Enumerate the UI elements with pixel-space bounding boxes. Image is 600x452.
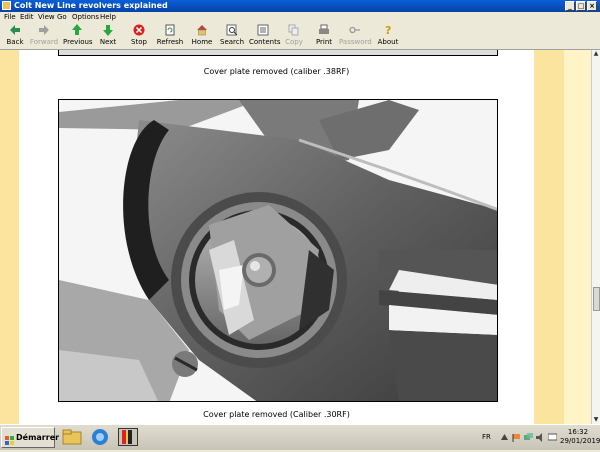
- network-icon[interactable]: [524, 433, 533, 442]
- password-button[interactable]: Password: [339, 24, 372, 49]
- language-indicator[interactable]: FR: [482, 433, 491, 441]
- stop-label: Stop: [131, 38, 147, 46]
- search-label: Search: [220, 38, 245, 46]
- start-button[interactable]: Démarrer: [1, 427, 59, 448]
- clock-time: 16:32: [567, 428, 589, 436]
- taskbar: Démarrer FR 16:32 29/01/2019: [0, 424, 600, 450]
- copy-button[interactable]: Copy: [283, 24, 305, 49]
- back-arrow-icon: [9, 24, 21, 36]
- forward-label: Forward: [29, 38, 59, 46]
- close-button[interactable]: ×: [587, 1, 597, 11]
- contents-label: Contents: [249, 38, 281, 46]
- toolbar: Back Forward Previous Next Stop Refresh: [0, 23, 600, 50]
- system-tray: FR 16:32 29/01/2019: [478, 427, 600, 448]
- forward-arrow-icon: [38, 24, 50, 36]
- print-button[interactable]: Print: [313, 24, 335, 49]
- scroll-thumb[interactable]: [593, 287, 600, 311]
- previous-label: Previous: [63, 38, 93, 46]
- menu-edit[interactable]: Edit: [20, 12, 34, 23]
- copy-label: Copy: [285, 38, 303, 46]
- right-margin-light: [564, 50, 591, 424]
- title-bar: Colt New Line revolvers explained _ □ ×: [0, 0, 600, 12]
- home-icon: [196, 24, 208, 36]
- password-label: Password: [339, 38, 372, 46]
- stop-button[interactable]: Stop: [127, 24, 151, 49]
- flag-notification-icon[interactable]: [512, 433, 521, 442]
- print-icon: [318, 24, 330, 36]
- tray-up-arrow-icon[interactable]: [500, 433, 509, 442]
- copy-icon: [288, 24, 300, 36]
- home-label: Home: [191, 38, 213, 46]
- windows-flag-icon: [5, 433, 14, 445]
- menu-bar: File Edit View Go Options Help: [0, 12, 600, 23]
- forward-button[interactable]: Forward: [29, 24, 59, 49]
- start-label: Démarrer: [16, 433, 60, 442]
- active-app-icon[interactable]: [118, 428, 138, 446]
- next-button[interactable]: Next: [96, 24, 120, 49]
- search-icon: [226, 24, 238, 36]
- browser-icon[interactable]: [90, 428, 110, 446]
- menu-help[interactable]: Help: [100, 12, 116, 23]
- previous-button[interactable]: Previous: [63, 24, 93, 49]
- next-label: Next: [99, 38, 117, 46]
- refresh-icon: [164, 24, 176, 36]
- window-title: Colt New Line revolvers explained: [14, 1, 168, 10]
- svg-text:?: ?: [385, 24, 391, 36]
- clock[interactable]: 16:32 29/01/2019: [560, 428, 600, 446]
- vertical-scrollbar[interactable]: ▲ ▼: [591, 50, 600, 424]
- contents-button[interactable]: Contents: [249, 24, 281, 49]
- caption-top: Cover plate removed (caliber .38RF): [203, 67, 350, 76]
- content-area: Cover plate removed (caliber .38RF) Cove…: [0, 50, 600, 424]
- previous-photo-bottom: [58, 50, 498, 56]
- up-arrow-icon: [71, 24, 83, 36]
- scroll-up-arrow-icon[interactable]: ▲: [592, 50, 600, 58]
- down-arrow-icon: [102, 24, 114, 36]
- back-button[interactable]: Back: [3, 24, 27, 49]
- stop-icon: [133, 24, 145, 36]
- menu-view[interactable]: View: [38, 12, 55, 23]
- refresh-button[interactable]: Refresh: [156, 24, 184, 49]
- maximize-button[interactable]: □: [576, 1, 586, 11]
- scroll-down-arrow-icon[interactable]: ▼: [592, 416, 600, 424]
- menu-go[interactable]: Go: [57, 12, 67, 23]
- app-icon: [2, 1, 11, 10]
- contents-icon: [257, 24, 269, 36]
- home-button[interactable]: Home: [190, 24, 214, 49]
- page: Cover plate removed (caliber .38RF) Cove…: [19, 50, 534, 424]
- about-icon: ?: [382, 24, 394, 37]
- display-icon[interactable]: [547, 433, 558, 442]
- search-button[interactable]: Search: [220, 24, 244, 49]
- about-label: About: [377, 38, 399, 46]
- right-margin: [534, 50, 564, 424]
- folder-icon[interactable]: [62, 428, 82, 446]
- clock-date: 29/01/2019: [560, 437, 600, 445]
- caption-bottom: Cover plate removed (Caliber .30RF): [203, 410, 350, 419]
- key-icon: [349, 24, 361, 36]
- print-label: Print: [315, 38, 333, 46]
- menu-options[interactable]: Options: [72, 12, 99, 23]
- minimize-button[interactable]: _: [565, 1, 575, 11]
- volume-icon[interactable]: [536, 433, 545, 442]
- refresh-label: Refresh: [156, 38, 184, 46]
- revolver-photo: [58, 99, 498, 402]
- about-button[interactable]: ? About: [376, 24, 400, 49]
- back-label: Back: [6, 38, 24, 46]
- menu-file[interactable]: File: [4, 12, 16, 23]
- left-margin: [0, 50, 19, 424]
